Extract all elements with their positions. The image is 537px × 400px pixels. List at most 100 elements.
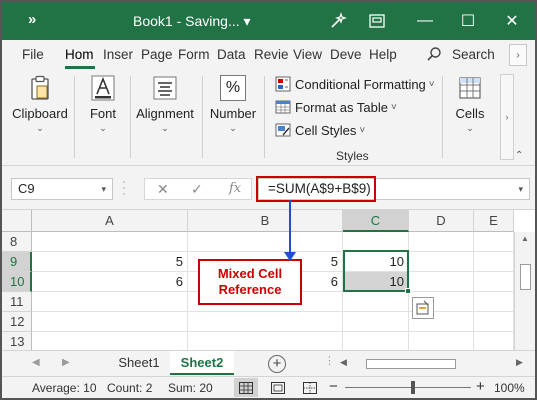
fill-handle[interactable] xyxy=(405,288,411,294)
cell-e10[interactable] xyxy=(474,272,514,292)
cell-b13[interactable] xyxy=(188,332,343,352)
cell-c13[interactable] xyxy=(343,332,409,352)
tab-home[interactable]: Hom xyxy=(65,47,94,62)
row-header[interactable]: 10 xyxy=(2,272,32,292)
scroll-up-icon[interactable]: ▲ xyxy=(521,234,529,243)
cells-button[interactable]: Cells ⌄ xyxy=(450,74,490,134)
zoom-slider[interactable] xyxy=(345,387,471,388)
column-header-a[interactable]: A xyxy=(32,210,188,232)
title-caret-icon[interactable]: ▾ xyxy=(244,13,251,29)
cell-b12[interactable] xyxy=(188,312,343,332)
cell-a8[interactable] xyxy=(32,232,188,252)
conditional-formatting-button[interactable]: Conditional Formatting ˅ xyxy=(275,74,435,94)
clipboard-button[interactable]: Clipboard ⌄ xyxy=(10,74,70,134)
row-header[interactable]: 9 xyxy=(2,252,32,272)
cell-e9[interactable] xyxy=(474,252,514,272)
zoom-in-button[interactable]: + xyxy=(476,378,485,395)
font-caret-icon: ⌄ xyxy=(99,123,107,133)
close-button[interactable]: ✕ xyxy=(501,10,523,32)
collapse-ribbon-icon[interactable]: ⌃ xyxy=(515,150,523,161)
add-sheet-button[interactable]: + xyxy=(268,355,286,373)
cell-e13[interactable] xyxy=(474,332,514,352)
name-box-dropdown-icon[interactable]: ▾ xyxy=(101,179,106,199)
cell-c11[interactable] xyxy=(343,292,409,312)
vertical-scroll-thumb[interactable] xyxy=(520,264,531,290)
tab-insert[interactable]: Inser xyxy=(103,47,133,62)
ribbon-display-icon[interactable] xyxy=(366,10,388,32)
row-header[interactable]: 12 xyxy=(2,312,32,332)
select-all-corner[interactable] xyxy=(2,210,32,232)
percent-icon: % xyxy=(219,74,247,102)
column-header-b[interactable]: B xyxy=(188,210,343,232)
cell-e12[interactable] xyxy=(474,312,514,332)
tabs-scroll-right-button[interactable]: › xyxy=(509,44,527,66)
expand-formula-bar-icon[interactable]: ▾ xyxy=(518,179,523,199)
minimize-button[interactable]: — xyxy=(414,10,436,32)
cell-d8[interactable] xyxy=(409,232,474,252)
zoom-slider-thumb[interactable] xyxy=(411,381,415,394)
vertical-scrollbar[interactable]: ▲ xyxy=(514,232,535,350)
tab-developer[interactable]: Deve xyxy=(330,47,362,62)
designer-wand-icon[interactable] xyxy=(327,10,349,32)
alignment-button[interactable]: Alignment ⌄ xyxy=(134,74,196,134)
scroll-right-icon[interactable]: ▶ xyxy=(516,357,523,368)
table-icon xyxy=(275,100,291,114)
cell-a13[interactable] xyxy=(32,332,188,352)
format-as-table-button[interactable]: Format as Table ˅ xyxy=(275,97,397,117)
sheet-prev-icon[interactable]: ◀ xyxy=(32,357,40,368)
cell-c12[interactable] xyxy=(343,312,409,332)
cell-d9[interactable] xyxy=(409,252,474,272)
column-header-e[interactable]: E xyxy=(474,210,514,232)
maximize-button[interactable]: ☐ xyxy=(457,10,479,32)
normal-view-button[interactable] xyxy=(234,378,258,397)
tab-file[interactable]: File xyxy=(22,47,44,62)
font-button[interactable]: Font ⌄ xyxy=(82,74,124,134)
insert-function-icon[interactable]: fx xyxy=(229,181,241,196)
search-icon[interactable] xyxy=(426,46,442,65)
tab-help[interactable]: Help xyxy=(369,47,397,62)
zoom-out-button[interactable]: − xyxy=(329,378,338,395)
page-layout-view-button[interactable] xyxy=(266,378,290,397)
sheet-tab-sheet1[interactable]: Sheet1 xyxy=(110,351,168,375)
cell-a12[interactable] xyxy=(32,312,188,332)
tab-formulas[interactable]: Form xyxy=(178,47,210,62)
search-label[interactable]: Search xyxy=(452,47,495,62)
cell-d10[interactable] xyxy=(409,272,474,292)
horizontal-scrollbar[interactable]: ◀ ▶ xyxy=(340,357,530,371)
cell-styles-button[interactable]: Cell Styles ˅ xyxy=(275,120,365,140)
horizontal-scroll-thumb[interactable] xyxy=(366,359,456,369)
number-button[interactable]: % Number ⌄ xyxy=(208,74,258,134)
sheet-next-icon[interactable]: ▶ xyxy=(62,357,70,368)
scroll-left-icon[interactable]: ◀ xyxy=(340,357,347,368)
row-header[interactable]: 13 xyxy=(2,332,32,352)
cell-e8[interactable] xyxy=(474,232,514,252)
ribbon-separator xyxy=(74,76,75,158)
cell-e11[interactable] xyxy=(474,292,514,312)
cancel-entry-icon[interactable]: ✕ xyxy=(157,181,169,198)
row-header[interactable]: 8 xyxy=(2,232,32,252)
name-box[interactable]: C9 ▾ xyxy=(11,178,113,200)
tab-data[interactable]: Data xyxy=(217,47,246,62)
cell-d13[interactable] xyxy=(409,332,474,352)
cell-a10[interactable]: 6 xyxy=(32,272,188,292)
ribbon-scroll-button[interactable]: › xyxy=(500,74,514,160)
quick-analysis-button[interactable] xyxy=(412,297,434,319)
zoom-level[interactable]: 100% xyxy=(494,381,525,395)
active-tab-indicator xyxy=(65,66,95,69)
tab-review[interactable]: Revie xyxy=(254,47,289,62)
sheet-bar-splitter-icon[interactable]: ⋮ xyxy=(324,354,335,367)
tab-view[interactable]: View xyxy=(293,47,322,62)
formula-bar-grip-icon[interactable]: · · · xyxy=(122,177,126,200)
cell-a11[interactable] xyxy=(32,292,188,312)
page-break-view-button[interactable] xyxy=(298,378,322,397)
sheet-tab-sheet2[interactable]: Sheet2 xyxy=(170,351,234,375)
confirm-entry-icon[interactable]: ✓ xyxy=(191,181,203,198)
cell-c8[interactable] xyxy=(343,232,409,252)
tab-page-layout[interactable]: Page xyxy=(141,47,173,62)
cell-a9[interactable]: 5 xyxy=(32,252,188,272)
column-header-c[interactable]: C xyxy=(343,210,409,232)
cell-b8[interactable] xyxy=(188,232,343,252)
column-header-d[interactable]: D xyxy=(409,210,474,232)
row-header[interactable]: 11 xyxy=(2,292,32,312)
quick-access-chevron-icon[interactable]: » xyxy=(28,11,36,28)
